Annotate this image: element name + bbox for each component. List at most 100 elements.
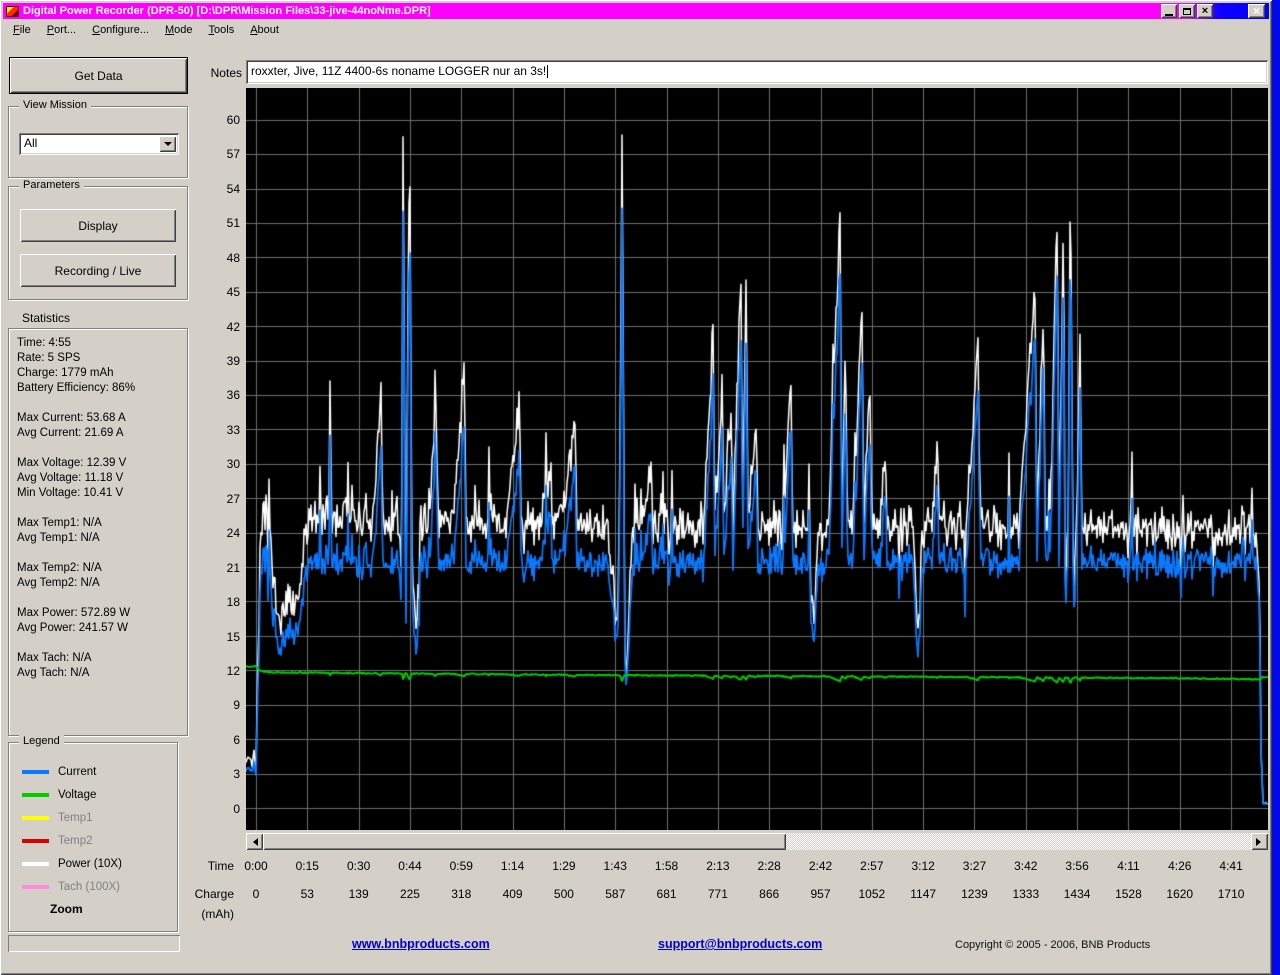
y-axis-tick-label: 21 [196,561,240,575]
time-tick-label: 0:00 [230,859,282,873]
menu-item-about[interactable]: About [242,21,287,39]
time-tick-label: 2:28 [743,859,795,873]
stat-line: Time: 4:55 [17,336,187,351]
charge-tick-label: 1528 [1102,887,1154,901]
stat-line: Avg Voltage: 11.18 V [17,471,187,486]
view-mission-combobox[interactable]: All [19,133,179,155]
time-tick-label: 1:14 [487,859,539,873]
y-axis-tick-label: 36 [196,388,240,402]
y-axis-tick-label: 42 [196,320,240,334]
charge-tick-label: 681 [641,887,693,901]
website-link[interactable]: www.bnbproducts.com [352,937,490,951]
y-axis-tick-label: 54 [196,182,240,196]
charge-axis-unit: (mAh) [188,907,234,921]
y-axis-tick-label: 15 [196,630,240,644]
support-email-link[interactable]: support@bnbproducts.com [658,937,822,951]
legend-item-label: Power (10X) [58,858,122,870]
display-button[interactable]: Display [20,209,176,242]
power-chart-canvas[interactable] [246,88,1268,830]
charge-tick-label: 1333 [1000,887,1052,901]
stat-line [17,396,187,411]
close-window-button[interactable]: × [1248,4,1265,18]
time-tick-label: 0:15 [281,859,333,873]
menu-item-mode[interactable]: Mode [157,21,201,39]
combobox-dropdown-button[interactable] [159,136,176,152]
charge-tick-label: 957 [795,887,847,901]
restore-button[interactable] [1179,4,1195,18]
recording-live-button[interactable]: Recording / Live [20,254,176,287]
stat-line: Avg Current: 21.69 A [17,426,187,441]
desktop: Digital Power Recorder (DPR-50) [D:\DPR\… [0,0,1280,975]
get-data-button[interactable]: Get Data [9,57,188,94]
legend-item-tach[interactable]: Tach (100X) [9,875,177,898]
charge-tick-label: 1620 [1154,887,1206,901]
view-mission-group: View Mission All [8,106,188,178]
stat-line: Avg Tach: N/A [17,666,187,681]
charge-tick-label: 225 [384,887,436,901]
scrollbar-thumb[interactable] [263,833,786,850]
stat-line: Charge: 1779 mAh [17,366,187,381]
notes-input[interactable]: roxxter, Jive, 11Z 4400-6s noname LOGGER… [246,60,1268,84]
statistics-label: Statistics [22,311,70,325]
legend-item-temp1[interactable]: Temp1 [9,806,177,829]
legend-item-label: Voltage [58,789,96,801]
view-mission-selected: All [19,133,159,155]
app-icon [6,6,19,17]
menu-item-file[interactable]: File [5,21,39,39]
charge-tick-label: 866 [743,887,795,901]
minimize-button[interactable] [1161,4,1177,18]
menu-item-port[interactable]: Port... [39,21,84,39]
legend-item-temp2[interactable]: Temp2 [9,829,177,852]
y-axis-tick-label: 18 [196,595,240,609]
status-strip [8,935,180,952]
stat-line: Avg Temp1: N/A [17,531,187,546]
y-axis-tick-label: 48 [196,251,240,265]
legend-item-current[interactable]: Current [9,760,177,783]
y-axis-tick-label: 30 [196,457,240,471]
title-bar: Digital Power Recorder (DPR-50) [D:\DPR\… [3,3,1269,19]
trace-color-swatch [22,793,49,797]
close-button[interactable]: × [1197,4,1213,18]
time-tick-label: 1:58 [641,859,693,873]
stat-line: Min Voltage: 10.41 V [17,486,187,501]
charge-tick-label: 500 [538,887,590,901]
view-mission-group-label: View Mission [19,99,91,111]
legend-item-voltage[interactable]: Voltage [9,783,177,806]
charge-tick-label: 1052 [846,887,898,901]
legend-item-label: Tach (100X) [58,881,120,893]
text-caret [547,65,548,78]
stat-line [17,591,187,606]
legend-group: Legend CurrentVoltageTemp1Temp2Power (10… [8,742,178,932]
charge-tick-label: 1147 [897,887,949,901]
scroll-left-button[interactable] [246,833,263,850]
display-button-label: Display [78,219,117,233]
charge-axis-caption: Charge [188,887,234,901]
charge-tick-label: 1710 [1205,887,1257,901]
scroll-right-button[interactable] [1251,833,1268,850]
y-axis-tick-label: 0 [196,802,240,816]
stat-line: Max Temp1: N/A [17,516,187,531]
legend-item-label: Current [58,766,96,778]
menu-item-configure[interactable]: Configure... [84,21,157,39]
time-tick-label: 4:41 [1205,859,1257,873]
charge-tick-label: 318 [435,887,487,901]
time-tick-label: 1:43 [589,859,641,873]
time-tick-label: 0:30 [333,859,385,873]
time-tick-label: 1:29 [538,859,590,873]
stat-line: Avg Power: 241.57 W [17,621,187,636]
legend-group-label: Legend [19,735,64,747]
menu-item-tools[interactable]: Tools [201,21,243,39]
stat-line [17,546,187,561]
chart-horizontal-scrollbar[interactable] [246,833,1268,850]
y-axis-tick-label: 60 [196,113,240,127]
y-axis-tick-label: 39 [196,354,240,368]
statistics-panel: Time: 4:55Rate: 5 SPSCharge: 1779 mAhBat… [8,328,188,736]
get-data-label: Get Data [74,69,122,83]
y-axis-tick-label: 3 [196,767,240,781]
minimize-icon [1165,14,1173,16]
charge-tick-label: 409 [487,887,539,901]
charge-tick-label: 0 [230,887,282,901]
legend-item-power[interactable]: Power (10X) [9,852,177,875]
stat-line: Max Temp2: N/A [17,561,187,576]
y-axis-tick-label: 33 [196,423,240,437]
